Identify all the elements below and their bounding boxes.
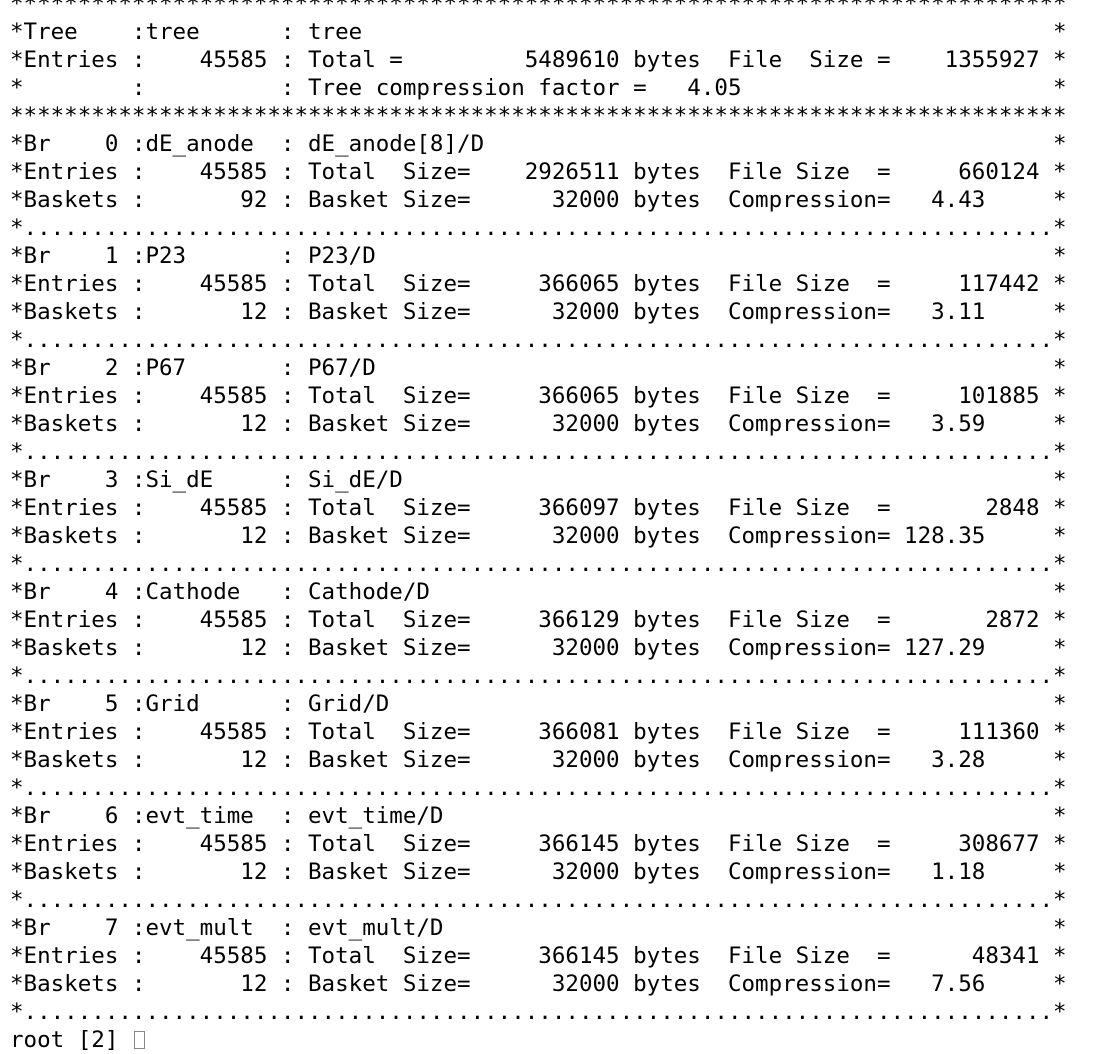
- branch-entries-line: *Entries : 45585 : Total Size= 366129 by…: [10, 607, 1067, 633]
- branch-separator-line: *.......................................…: [10, 439, 1067, 465]
- tree-compression-line: * : : Tree compression factor = 4.05 *: [10, 75, 1067, 101]
- text-cursor: [133, 1031, 145, 1049]
- branch-entries-line: *Entries : 45585 : Total Size= 366081 by…: [10, 719, 1067, 745]
- branch-baskets-line: *Baskets : 12 : Basket Size= 32000 bytes…: [10, 299, 1067, 325]
- branch-name-line: *Br 1 :P23 : P23/D *: [10, 243, 1067, 269]
- branch-separator-line: *.......................................…: [10, 663, 1067, 689]
- branch-separator-line: *.......................................…: [10, 327, 1067, 353]
- branch-baskets-line: *Baskets : 12 : Basket Size= 32000 bytes…: [10, 635, 1067, 661]
- branch-separator-line: *.......................................…: [10, 887, 1067, 913]
- command-prompt[interactable]: root [2]: [10, 1026, 1067, 1054]
- branch-name-line: *Br 4 :Cathode : Cathode/D *: [10, 579, 1067, 605]
- terminal-window[interactable]: ****************************************…: [0, 0, 1110, 1053]
- branch-entries-line: *Entries : 45585 : Total Size= 2926511 b…: [10, 159, 1067, 185]
- branch-baskets-line: *Baskets : 12 : Basket Size= 32000 bytes…: [10, 747, 1067, 773]
- branch-entries-line: *Entries : 45585 : Total Size= 366145 by…: [10, 831, 1067, 857]
- branch-separator-line: *.......................................…: [10, 551, 1067, 577]
- branch-name-line: *Br 3 :Si_dE : Si_dE/D *: [10, 467, 1067, 493]
- header-border-line: ****************************************…: [10, 103, 1067, 129]
- branch-entries-line: *Entries : 45585 : Total Size= 366097 by…: [10, 495, 1067, 521]
- tree-print-output: ****************************************…: [10, 0, 1067, 1054]
- branch-entries-line: *Entries : 45585 : Total Size= 366065 by…: [10, 383, 1067, 409]
- branch-baskets-line: *Baskets : 12 : Basket Size= 32000 bytes…: [10, 411, 1067, 437]
- branch-name-line: *Br 6 :evt_time : evt_time/D *: [10, 803, 1067, 829]
- branch-baskets-line: *Baskets : 12 : Basket Size= 32000 bytes…: [10, 859, 1067, 885]
- branch-baskets-line: *Baskets : 12 : Basket Size= 32000 bytes…: [10, 523, 1067, 549]
- header-border-line: ****************************************…: [10, 0, 1067, 17]
- branch-separator-line: *.......................................…: [10, 775, 1067, 801]
- tree-entries-line: *Entries : 45585 : Total = 5489610 bytes…: [10, 47, 1067, 73]
- branch-name-line: *Br 5 :Grid : Grid/D *: [10, 691, 1067, 717]
- branch-entries-line: *Entries : 45585 : Total Size= 366065 by…: [10, 271, 1067, 297]
- branch-separator-line: *.......................................…: [10, 999, 1067, 1025]
- branch-name-line: *Br 7 :evt_mult : evt_mult/D *: [10, 915, 1067, 941]
- branch-entries-line: *Entries : 45585 : Total Size= 366145 by…: [10, 943, 1067, 969]
- branch-separator-line: *.......................................…: [10, 215, 1067, 241]
- tree-name-line: *Tree :tree : tree *: [10, 19, 1067, 45]
- branch-name-line: *Br 2 :P67 : P67/D *: [10, 355, 1067, 381]
- branch-baskets-line: *Baskets : 92 : Basket Size= 32000 bytes…: [10, 187, 1067, 213]
- branch-baskets-line: *Baskets : 12 : Basket Size= 32000 bytes…: [10, 971, 1067, 997]
- branch-name-line: *Br 0 :dE_anode : dE_anode[8]/D *: [10, 131, 1067, 157]
